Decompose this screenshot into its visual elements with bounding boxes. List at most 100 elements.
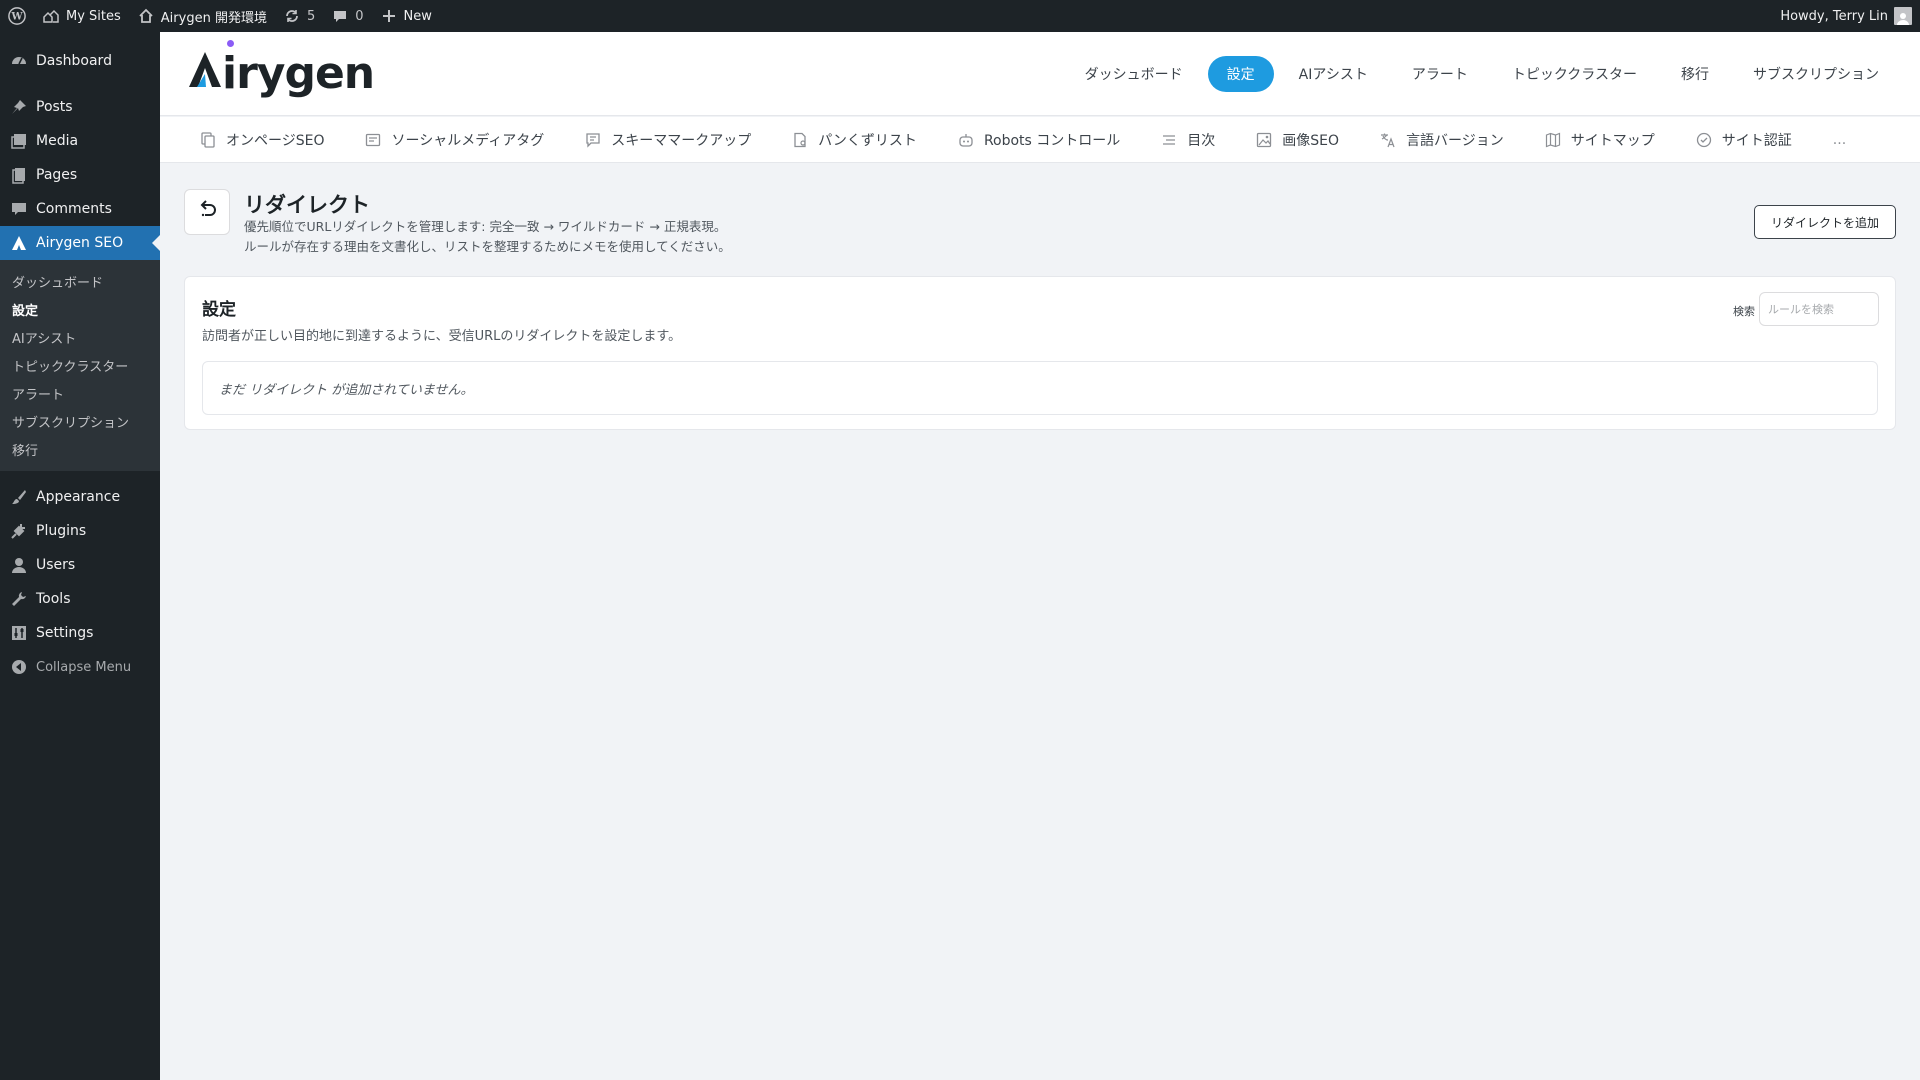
admin-bar: W My Sites Airygen 開発環境 5 0 New Howdy, T… (0, 0, 1920, 32)
tab-label: ソーシャルメディアタグ (391, 132, 545, 149)
sidebar-label-users: Users (36, 557, 76, 573)
new-content-menu[interactable]: New (372, 0, 440, 32)
search-label: 検索 (1733, 305, 1755, 318)
image-icon (1256, 132, 1272, 148)
sidebar-item-tools[interactable]: Tools (0, 582, 160, 616)
empty-state-message: まだ リダイレクト が追加されていません。 (202, 361, 1878, 415)
sidebar-item-settings[interactable]: Settings (0, 616, 160, 650)
tab-label: 画像SEO (1282, 132, 1340, 149)
verified-icon (1696, 132, 1712, 148)
tab-label: サイト認証 (1721, 132, 1792, 149)
airygen-logo-icon (10, 234, 28, 252)
sidebar-label-dashboard: Dashboard (36, 53, 112, 69)
comment-bubble-icon (331, 7, 349, 25)
my-sites-label: My Sites (66, 8, 121, 24)
dashboard-gauge-icon (10, 52, 28, 70)
robot-icon (958, 132, 974, 148)
page-heading: リダイレクト 優先順位でURLリダイレクトを管理します: 完全一致 → ワイルド… (184, 189, 1896, 259)
map-icon (1545, 132, 1561, 148)
redirect-settings-card: 設定 訪問者が正しい目的地に到達するように、受信URLのリダイレクトを設定します… (184, 276, 1896, 430)
topnav-settings[interactable]: 設定 (1207, 56, 1274, 92)
comments-count: 0 (355, 8, 364, 24)
sidebar-item-appearance[interactable]: Appearance (0, 480, 160, 514)
collapse-arrow-icon (10, 658, 28, 676)
topnav-topic-cluster[interactable]: トピッククラスター (1493, 56, 1656, 92)
submenu-item-settings[interactable]: 設定 (0, 295, 160, 323)
page-title: リダイレクト (244, 193, 370, 217)
add-redirect-button[interactable]: リダイレクトを追加 (1753, 205, 1896, 239)
tab-label: 言語バージョン (1406, 132, 1504, 149)
tab-label: 目次 (1187, 132, 1216, 149)
submenu-item-dashboard[interactable]: ダッシュボード (0, 267, 160, 295)
submenu-item-alerts[interactable]: アラート (0, 379, 160, 407)
account-menu[interactable]: Howdy, Terry Lin (1772, 0, 1920, 32)
sidebar-item-pages[interactable]: Pages (0, 158, 160, 192)
wordpress-logo[interactable]: W (0, 0, 34, 32)
page-copy-icon (200, 131, 216, 148)
sidebar-item-comments[interactable]: Comments (0, 192, 160, 226)
back-button[interactable] (184, 189, 230, 235)
tab-schema-markup[interactable]: スキーママークアップ (585, 130, 751, 150)
page-description-line: 優先順位でURLリダイレクトを管理します: 完全一致 → ワイルドカード → 正… (244, 219, 727, 234)
submenu-item-topic-cluster[interactable]: トピッククラスター (0, 351, 160, 379)
rule-search-input[interactable] (1759, 292, 1879, 326)
page-description-line: ルールが存在する理由を文書化し、リストを整理するためにメモを使用してください。 (244, 239, 731, 254)
sidebar-label-tools: Tools (36, 591, 71, 607)
airygen-logo[interactable]: irygen (188, 48, 375, 99)
tab-table-of-contents[interactable]: 目次 (1161, 130, 1215, 150)
updates-count: 5 (306, 8, 316, 24)
logo-a-mark-icon (188, 48, 222, 87)
submenu-item-ai-assist[interactable]: AIアシスト (0, 323, 160, 351)
tab-language-versions[interactable]: 言語バージョン (1380, 130, 1504, 150)
pages-icon (10, 166, 28, 184)
plus-icon (380, 7, 398, 25)
comments-menu[interactable]: 0 (323, 0, 371, 32)
media-icon (10, 132, 28, 150)
tab-sitemap[interactable]: サイトマップ (1545, 130, 1655, 150)
tab-social-media-tags[interactable]: ソーシャルメディアタグ (365, 130, 544, 150)
user-icon (10, 556, 28, 574)
sidebar-item-posts[interactable]: Posts (0, 90, 160, 124)
translate-icon (1380, 132, 1396, 148)
tab-site-verification[interactable]: サイト認証 (1696, 130, 1792, 150)
comment-icon (10, 200, 28, 218)
sidebar-label-appearance: Appearance (36, 489, 121, 505)
updates-menu[interactable]: 5 (275, 0, 323, 32)
submenu-item-migration[interactable]: 移行 (0, 435, 160, 463)
settings-tab-row: オンページSEO ソーシャルメディアタグ スキーママークアップ パンくずリスト … (160, 117, 1920, 163)
tab-robots-control[interactable]: Robots コントロール (958, 130, 1120, 150)
collapse-menu-label: Collapse Menu (36, 659, 132, 675)
sites-icon (42, 7, 60, 25)
site-name-menu[interactable]: Airygen 開発環境 (129, 0, 275, 32)
tab-label: パンくずリスト (818, 132, 917, 149)
sidebar-label-pages: Pages (36, 167, 78, 183)
home-icon (137, 7, 155, 25)
logo-text: irygen (222, 48, 375, 99)
sidebar-item-airygen-seo[interactable]: Airygen SEO (0, 226, 160, 260)
sidebar-label-media: Media (36, 133, 79, 149)
svg-text:W: W (10, 12, 23, 23)
wrench-icon (10, 590, 28, 608)
tab-image-seo[interactable]: 画像SEO (1256, 130, 1339, 150)
sidebar-item-users[interactable]: Users (0, 548, 160, 582)
logo-dot-icon (227, 40, 234, 47)
topnav-dashboard[interactable]: ダッシュボード (1066, 56, 1202, 92)
admin-sidebar: Dashboard Posts Media Pages Comments Air… (0, 32, 160, 1080)
sidebar-item-plugins[interactable]: Plugins (0, 514, 160, 548)
collapse-menu-button[interactable]: Collapse Menu (0, 650, 160, 684)
topnav-ai-assist[interactable]: AIアシスト (1280, 56, 1387, 92)
topnav-subscription[interactable]: サブスクリプション (1734, 56, 1898, 92)
tab-onpage-seo[interactable]: オンページSEO (200, 130, 324, 150)
share-card-icon (365, 132, 381, 148)
topnav-migration[interactable]: 移行 (1662, 56, 1728, 92)
sidebar-label-posts: Posts (36, 99, 73, 115)
tabs-more-button[interactable]: ... (1833, 132, 1846, 148)
sidebar-label-settings: Settings (36, 625, 94, 641)
sidebar-item-media[interactable]: Media (0, 124, 160, 158)
my-sites-menu[interactable]: My Sites (34, 0, 129, 32)
sidebar-item-dashboard[interactable]: Dashboard (0, 44, 160, 78)
pushpin-icon (10, 98, 28, 116)
tab-breadcrumbs[interactable]: パンくずリスト (792, 130, 917, 150)
topnav-alerts[interactable]: アラート (1393, 56, 1487, 92)
submenu-item-subscription[interactable]: サブスクリプション (0, 407, 160, 435)
